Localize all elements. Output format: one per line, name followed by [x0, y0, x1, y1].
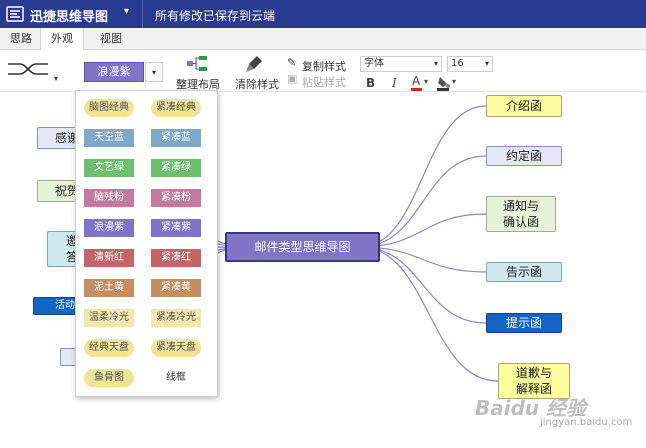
link-right: [359, 105, 487, 248]
link-right: [359, 246, 499, 382]
theme-option[interactable]: 紧凑天盘: [151, 339, 201, 357]
theme-option[interactable]: 线框: [151, 369, 201, 387]
font-size-caret-icon: ▾: [484, 59, 489, 68]
theme-option[interactable]: 浪漫紫: [84, 219, 134, 237]
theme-option[interactable]: 泥土黄: [84, 279, 134, 297]
font-family-select[interactable]: 字体 ▾: [360, 56, 442, 72]
tab-view[interactable]: 视图: [90, 28, 132, 50]
font-color-button[interactable]: A: [412, 74, 420, 88]
theme-option[interactable]: 脑图经典: [84, 99, 134, 117]
theme-option[interactable]: 紧凑经典: [151, 99, 201, 117]
watermark-url: jingyan.baidu.com: [540, 417, 633, 428]
topic-node-notice-confirm[interactable]: 通知与 确认函: [486, 196, 556, 232]
theme-dropdown-caret[interactable]: ▾: [145, 62, 163, 82]
paste-style-icon[interactable]: ▣: [287, 72, 297, 85]
theme-option[interactable]: 紧凑蓝: [151, 129, 201, 147]
highlight-color-bar: [437, 88, 449, 91]
font-color-bar: [411, 88, 422, 91]
theme-option[interactable]: 文艺绿: [84, 159, 134, 177]
tab-outline[interactable]: 思路: [0, 28, 42, 50]
copy-style-label[interactable]: 复制样式: [302, 58, 346, 74]
font-family-caret-icon: ▾: [433, 59, 438, 68]
theme-button[interactable]: 浪漫紫: [84, 62, 144, 82]
highlight-color-caret-icon[interactable]: ▾: [452, 77, 456, 86]
font-family-value: 字体: [364, 58, 384, 69]
topic-node-announcement[interactable]: 告示函: [486, 262, 562, 282]
theme-dropdown-menu: 脑图经典 紧凑经典 天空蓝 紧凑蓝 文艺绿 紧凑绿 脑残粉 紧凑粉 浪漫紫 紧凑紫 清新红 紧凑红 泥土…: [75, 90, 218, 397]
app-logo-icon[interactable]: [6, 5, 24, 23]
structure-layout-icon[interactable]: [6, 56, 50, 82]
font-size-select[interactable]: 16 ▾: [447, 56, 493, 72]
title-menu-caret-icon[interactable]: ▾: [124, 6, 129, 17]
theme-option[interactable]: 天空蓝: [84, 129, 134, 147]
tab-appearance[interactable]: 外观: [40, 28, 84, 51]
topic-node-appointment[interactable]: 约定函: [486, 146, 562, 166]
bold-button[interactable]: B: [366, 76, 375, 90]
theme-option[interactable]: 鱼骨图: [84, 369, 134, 387]
theme-option[interactable]: 温柔冷光: [84, 309, 134, 327]
central-topic-node[interactable]: 邮件类型思维导图: [225, 232, 380, 262]
theme-option[interactable]: 脑残粉: [84, 189, 134, 207]
paste-style-label[interactable]: 粘贴样式: [302, 74, 346, 90]
theme-option[interactable]: 紧凑紫: [151, 219, 201, 237]
highlight-color-icon[interactable]: [437, 75, 451, 89]
app-window: 迅捷思维导图 ▾ 所有修改已保存到云端 思路 外观 视图 ▾ 浪漫紫 ▾ 整理布…: [0, 0, 646, 448]
topic-node-reminder[interactable]: 提示函: [486, 313, 562, 333]
topic-node-intro[interactable]: 介绍函: [486, 95, 562, 117]
title-bar: 迅捷思维导图 ▾ 所有修改已保存到云端: [0, 0, 646, 28]
clear-style-label[interactable]: 清除样式: [235, 76, 279, 92]
font-size-value: 16: [451, 58, 464, 69]
title-divider: [142, 0, 143, 28]
app-title[interactable]: 迅捷思维导图: [30, 6, 108, 25]
structure-caret-icon[interactable]: ▾: [54, 74, 58, 83]
theme-option[interactable]: 紧凑红: [151, 249, 201, 267]
italic-button[interactable]: I: [392, 76, 397, 90]
copy-style-icon[interactable]: ✎: [287, 56, 296, 69]
clear-style-brush-icon[interactable]: [245, 55, 265, 73]
theme-option[interactable]: 紧凑黄: [151, 279, 201, 297]
arrange-layout-icon[interactable]: [186, 55, 208, 73]
save-status: 所有修改已保存到云端: [155, 9, 276, 23]
theme-option[interactable]: 紧凑粉: [151, 189, 201, 207]
theme-option[interactable]: 清新红: [84, 249, 134, 267]
theme-option[interactable]: 紧凑冷光: [151, 309, 201, 327]
ribbon-tab-bar: 思路 外观 视图: [0, 28, 646, 51]
theme-option[interactable]: 紧凑绿: [151, 159, 201, 177]
font-color-caret-icon[interactable]: ▾: [424, 77, 428, 86]
theme-option[interactable]: 经典天盘: [84, 339, 134, 357]
